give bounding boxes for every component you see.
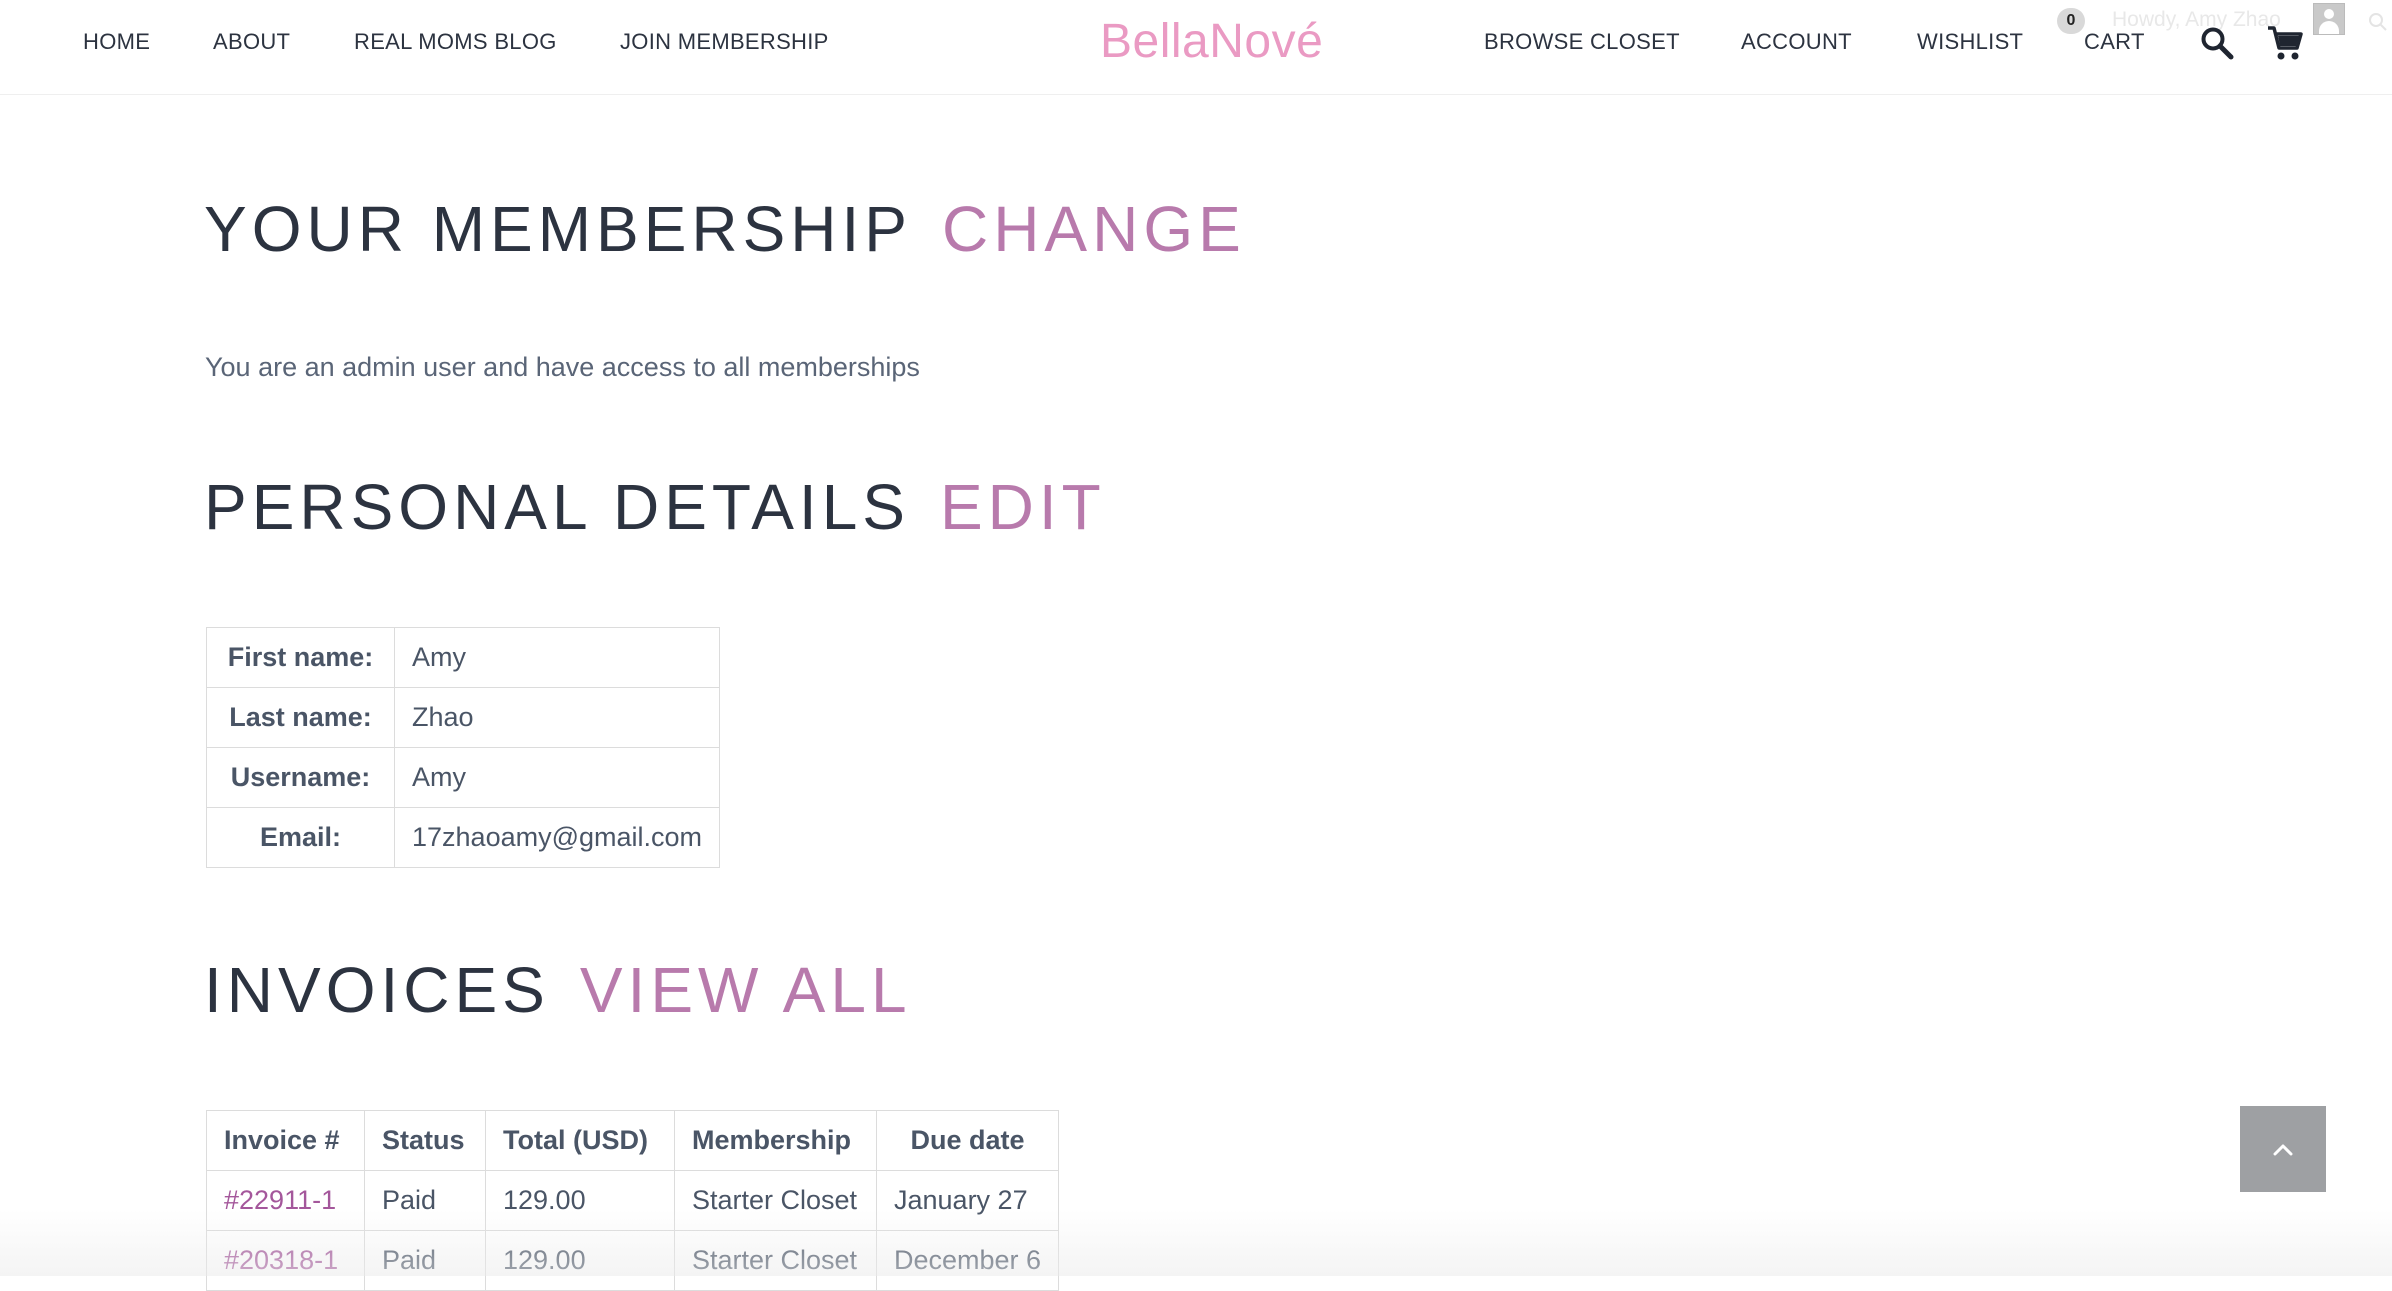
column-header: Total (USD) bbox=[485, 1110, 675, 1171]
invoice-link[interactable]: #22911-1 bbox=[224, 1185, 336, 1215]
cart-icon[interactable] bbox=[2266, 24, 2304, 67]
howdy-greeting[interactable]: Howdy, Amy Zhao bbox=[2112, 8, 2281, 32]
invoices-table: Invoice # Status Total (USD) Membership … bbox=[206, 1110, 1060, 1291]
table-row: Username: Amy bbox=[206, 747, 721, 808]
nav-cart[interactable]: CART bbox=[2084, 29, 2145, 55]
field-label: Last name: bbox=[206, 687, 395, 748]
table-row: #20318-1 Paid 129.00 Starter Closet Dece… bbox=[206, 1230, 1060, 1291]
field-label: Email: bbox=[206, 807, 395, 868]
field-value: 17zhaoamy@gmail.com bbox=[393, 807, 721, 868]
site-logo[interactable]: BellaNové bbox=[1100, 14, 1323, 69]
nav-about[interactable]: ABOUT bbox=[213, 29, 290, 55]
table-row: Email: 17zhaoamy@gmail.com bbox=[206, 807, 721, 868]
edit-details-link[interactable]: EDIT bbox=[940, 471, 1106, 543]
invoices-heading: INVOICES VIEW ALL bbox=[204, 953, 912, 1027]
nav-join-membership[interactable]: JOIN MEMBERSHIP bbox=[620, 29, 829, 55]
nav-account[interactable]: ACCOUNT bbox=[1741, 29, 1852, 55]
invoice-number-cell: #20318-1 bbox=[206, 1230, 365, 1291]
table-cell: 129.00 bbox=[485, 1230, 675, 1291]
table-cell: January 27 bbox=[875, 1170, 1060, 1231]
nav-browse-closet[interactable]: BROWSE CLOSET bbox=[1484, 29, 1680, 55]
invoice-number-cell: #22911-1 bbox=[206, 1170, 365, 1231]
table-cell: 129.00 bbox=[485, 1170, 675, 1231]
membership-title: YOUR MEMBERSHIP bbox=[204, 193, 912, 265]
table-header-row: Invoice # Status Total (USD) Membership … bbox=[206, 1110, 1060, 1171]
personal-details-table: First name: Amy Last name: Zhao Username… bbox=[206, 627, 721, 868]
avatar-icon[interactable] bbox=[2313, 3, 2345, 35]
column-header: Membership bbox=[674, 1110, 877, 1171]
nav-wishlist[interactable]: WISHLIST bbox=[1917, 29, 2023, 55]
site-header: HOME ABOUT REAL MOMS BLOG JOIN MEMBERSHI… bbox=[0, 0, 2392, 95]
field-value: Amy bbox=[393, 747, 721, 808]
column-header: Due date bbox=[875, 1110, 1060, 1171]
scroll-to-top-button[interactable] bbox=[2240, 1106, 2326, 1192]
field-label: Username: bbox=[206, 747, 395, 808]
cart-count-badge: 0 bbox=[2057, 8, 2085, 34]
view-all-invoices-link[interactable]: VIEW ALL bbox=[580, 954, 912, 1026]
table-row: Last name: Zhao bbox=[206, 687, 721, 748]
nav-home[interactable]: HOME bbox=[83, 29, 150, 55]
field-value: Amy bbox=[393, 627, 721, 688]
admin-notice: You are an admin user and have access to… bbox=[205, 352, 920, 382]
column-header: Status bbox=[364, 1110, 486, 1171]
search-icon[interactable] bbox=[2200, 26, 2234, 65]
nav-real-moms-blog[interactable]: REAL MOMS BLOG bbox=[354, 29, 557, 55]
table-cell: Starter Closet bbox=[674, 1230, 877, 1291]
invoice-link[interactable]: #20318-1 bbox=[224, 1245, 338, 1275]
personal-details-title: PERSONAL DETAILS bbox=[204, 471, 910, 543]
table-row: First name: Amy bbox=[206, 627, 721, 688]
table-cell: Paid bbox=[364, 1170, 486, 1231]
membership-heading: YOUR MEMBERSHIP CHANGE bbox=[204, 192, 1246, 266]
personal-details-heading: PERSONAL DETAILS EDIT bbox=[204, 470, 1106, 544]
field-label: First name: bbox=[206, 627, 395, 688]
column-header: Invoice # bbox=[206, 1110, 365, 1171]
table-cell: December 6 bbox=[875, 1230, 1060, 1291]
chevron-up-icon bbox=[2273, 1144, 2293, 1156]
invoices-title: INVOICES bbox=[204, 954, 550, 1026]
table-cell: Starter Closet bbox=[674, 1170, 877, 1231]
table-cell: Paid bbox=[364, 1230, 486, 1291]
table-row: #22911-1 Paid 129.00 Starter Closet Janu… bbox=[206, 1170, 1060, 1231]
admin-search-icon[interactable] bbox=[2368, 12, 2388, 37]
change-membership-link[interactable]: CHANGE bbox=[942, 193, 1246, 265]
field-value: Zhao bbox=[393, 687, 721, 748]
